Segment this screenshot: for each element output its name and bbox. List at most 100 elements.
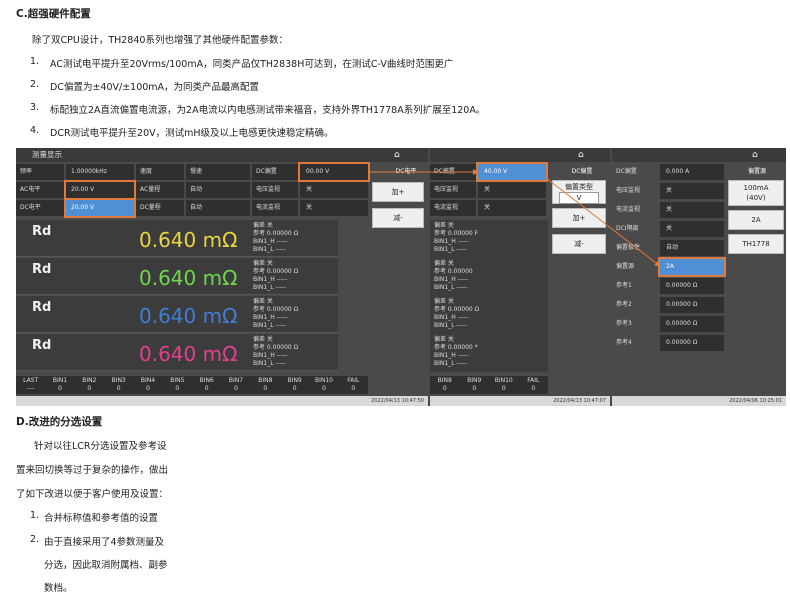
setting-value[interactable]: 0.00000 Ω xyxy=(666,278,697,293)
dc-bias-panel: ⌂ DC偏置 40.00 V 电压监视 关 电流监视 关 偏差 关参考 0.00… xyxy=(430,148,610,406)
current-monitor-label: 电流监视 xyxy=(256,204,281,211)
current-monitor-value[interactable]: 关 xyxy=(306,200,312,215)
ac-range-value[interactable]: 自动 xyxy=(190,182,202,197)
setting-label: 参考4 xyxy=(616,339,632,346)
bin-count: 0 xyxy=(351,385,356,392)
setting-label: DC偏置 xyxy=(616,168,637,175)
bin-count: 0 xyxy=(292,385,297,392)
dc-bias-value[interactable]: 40.00 V xyxy=(484,164,507,179)
list-item: 标配独立2A直流偏置电流源，为2A电流以内电感测试带来福音，支持外界TH1778… xyxy=(50,105,486,116)
bin-header: BIN4 xyxy=(140,377,156,384)
dc-level-value[interactable]: 20.00 V xyxy=(71,200,94,215)
dc-bias-value[interactable]: 00.00 V xyxy=(306,164,329,179)
home-icon[interactable]: ⌂ xyxy=(394,149,400,161)
bin-header: LAST xyxy=(23,377,39,384)
bin-count: 0 xyxy=(263,385,268,392)
bin-header: BIN7 xyxy=(228,377,244,384)
decrease-button[interactable]: 减- xyxy=(552,234,606,254)
list-item: AC测试电平提升至20Vrms/100mA，同类产品仅TH2838H可达到，在测… xyxy=(50,59,454,70)
setting-label: DCI隔离 xyxy=(616,225,639,232)
bin-header: BIN10 xyxy=(494,377,513,384)
setting-label: 参考1 xyxy=(616,282,632,289)
list-item-number: 3. xyxy=(30,102,40,113)
bin-count: 0 xyxy=(442,385,447,392)
ac-level-value[interactable]: 20.00 V xyxy=(71,182,94,197)
voltage-monitor-value[interactable]: 关 xyxy=(484,182,490,197)
section-c-intro: 除了双CPU设计，TH2840系列也增强了其他硬件配置参数： xyxy=(32,35,288,46)
block-params: 偏差 关参考 0.00000 Ω BIN1_H ----- BIN1_L ----… xyxy=(253,336,299,367)
setting-value[interactable]: 关 xyxy=(666,183,672,198)
increase-button[interactable]: 加+ xyxy=(372,182,424,202)
bias-source-panel: ⌂ DC偏置 0.000 A 电压监视关电流监视关 DCI隔离关偏置极性 自动 偏置源 2A… xyxy=(612,148,786,406)
bin-count: 0 xyxy=(501,385,506,392)
freq-value[interactable]: 1.00000kHz xyxy=(71,164,107,179)
param-label: Rd xyxy=(32,300,52,315)
setting-value[interactable]: 0.00000 Ω xyxy=(666,297,697,312)
block-params: 偏差 关参考 0.00000 Ω BIN1_H ----- BIN1_L ----… xyxy=(253,222,299,253)
measurement-value: 0.640 mΩ xyxy=(139,304,238,328)
param-label: Rd xyxy=(32,338,52,353)
measurement-block: Rd 0.640 mΩ 偏差 关参考 0.00000 Ω BIN1_H ----… xyxy=(16,334,338,371)
measurement-value: 0.640 mΩ xyxy=(139,228,238,252)
dc-bias-label: DC偏置 xyxy=(256,168,277,175)
section-d-para-line: 了如下改进以便于客户使用及设置： xyxy=(16,489,169,500)
setting-value[interactable]: 0.000 A xyxy=(666,164,689,179)
voltage-monitor-label: 电压监视 xyxy=(256,186,281,193)
home-icon[interactable]: ⌂ xyxy=(578,149,584,161)
bin-header: FAIL xyxy=(527,377,540,384)
current-monitor-value[interactable]: 关 xyxy=(484,200,490,215)
section-d-para-line: 针对以往LCR分选设置及参考设 xyxy=(34,441,167,452)
speed-value[interactable]: 慢速 xyxy=(190,164,202,179)
timestamp: 2022/04/13 10:47:07 xyxy=(553,398,606,404)
section-d-heading: D.改进的分选设置 xyxy=(16,416,103,428)
bin-header: BIN6 xyxy=(199,377,214,384)
list-item-number: 4. xyxy=(30,125,40,136)
setting-value[interactable]: 关 xyxy=(666,202,672,217)
decrease-button[interactable]: 减- xyxy=(372,208,424,228)
measurement-block: Rd 0.640 mΩ 偏差 关参考 0.00000 Ω BIN1_H ----… xyxy=(16,258,338,295)
measurement-value: 0.640 mΩ xyxy=(139,266,238,290)
setting-value[interactable]: 0.00000 Ω xyxy=(666,316,697,331)
status-bar: 2022/04/13 10:47:50 xyxy=(16,396,428,406)
bin-count: 0 xyxy=(234,385,238,392)
bin-header: BIN8 xyxy=(258,377,273,384)
bin-header: BIN8 xyxy=(437,377,452,384)
measure-display-panel: 测量显示 ⌂ 频率 1.00000kHz 速度 慢速 DC偏置 00.00 V … xyxy=(16,148,428,406)
setting-value[interactable]: 2A xyxy=(666,259,674,274)
voltage-monitor-label: 电压监视 xyxy=(434,186,459,193)
setting-value[interactable]: 0.00000 Ω xyxy=(666,335,697,350)
bin-header: BIN9 xyxy=(287,377,302,384)
param-label: Rd xyxy=(32,262,52,277)
setting-value[interactable]: 自动 xyxy=(666,240,678,255)
instrument-screenshot: 测量显示 ⌂ 频率 1.00000kHz 速度 慢速 DC偏置 00.00 V … xyxy=(16,148,786,406)
home-icon[interactable]: ⌂ xyxy=(752,149,758,161)
block-params: 偏差 关参考 0.00000 Ω BIN1_H ----- BIN1_L ----… xyxy=(253,260,299,291)
block-params: 偏差 关参考 0.00000 BIN1_H ----- BIN1_L ----- xyxy=(434,260,473,291)
voltage-monitor-value[interactable]: 关 xyxy=(306,182,312,197)
bin-header: FAIL xyxy=(347,377,360,384)
bin-counter-row: BIN8 0 BIN9 0 BIN10 0 FAIL 0 xyxy=(430,376,548,394)
bias-type-select[interactable]: 偏置类型 V xyxy=(552,180,606,204)
source-100ma-button[interactable]: 100mA (40V) xyxy=(728,180,784,206)
setting-value[interactable]: 关 xyxy=(666,221,672,236)
source-th1778-button[interactable]: TH1778 xyxy=(728,234,784,254)
status-bar: 2022/04/13 10:47:07 xyxy=(430,396,610,406)
dc-range-value[interactable]: 自动 xyxy=(190,200,202,215)
block-params: 偏差 关参考 0.00000 F BIN1_H ----- BIN1_L ----… xyxy=(434,222,479,253)
bin-count: 0 xyxy=(116,385,121,392)
increase-button[interactable]: 加+ xyxy=(552,208,606,228)
bin-count: 0 xyxy=(472,385,477,392)
list-item-number: 2. xyxy=(30,534,40,545)
side-title: DC偏置 xyxy=(571,168,593,175)
measurement-block: Rd 0.640 mΩ 偏差 关参考 0.00000 Ω BIN1_H ----… xyxy=(16,220,338,257)
setting-label: 电压监视 xyxy=(616,187,641,194)
measurement-block: Rd 0.640 mΩ 偏差 关参考 0.00000 Ω BIN1_H ----… xyxy=(16,296,338,333)
dc-range-label: DC量程 xyxy=(140,204,161,211)
dc-bias-label: DC偏置 xyxy=(434,168,455,175)
ac-level-label: AC电平 xyxy=(20,186,41,193)
source-2a-button[interactable]: 2A xyxy=(728,210,784,230)
bin-count: 0 xyxy=(204,385,209,392)
block-params: 偏差 关参考 0.00000 Ω BIN1_H ----- BIN1_L ----… xyxy=(434,298,480,329)
timestamp: 2022/04/06 10:25:01 xyxy=(729,398,782,404)
list-item: 合并标称值和参考值的设置 xyxy=(44,513,159,524)
